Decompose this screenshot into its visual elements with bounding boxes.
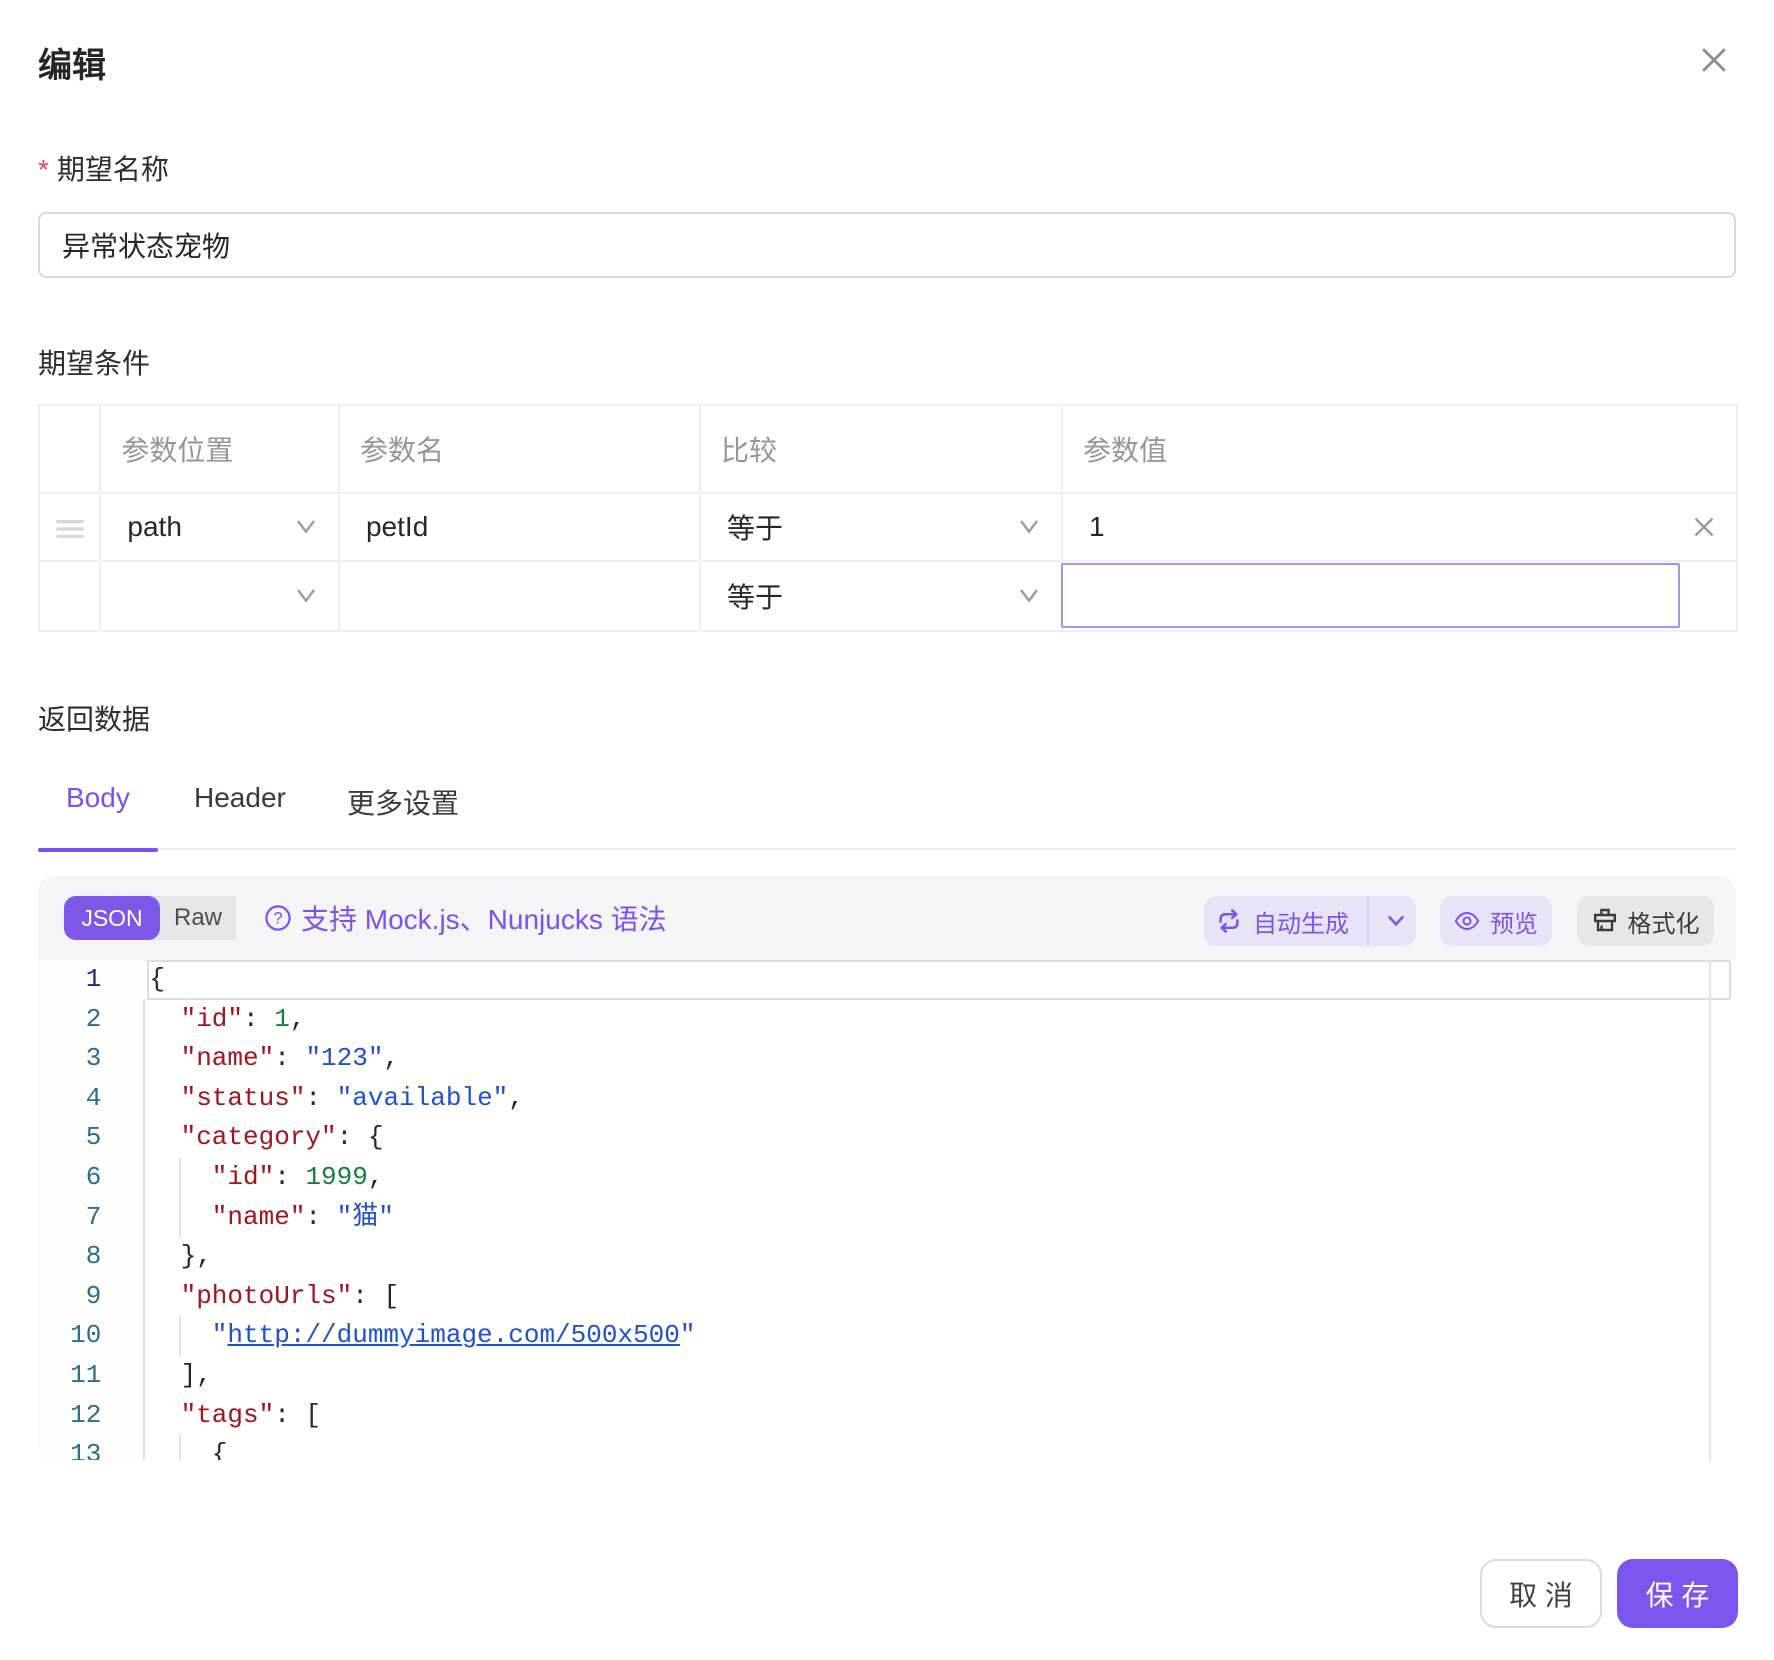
svg-text:?: ? bbox=[273, 909, 282, 928]
